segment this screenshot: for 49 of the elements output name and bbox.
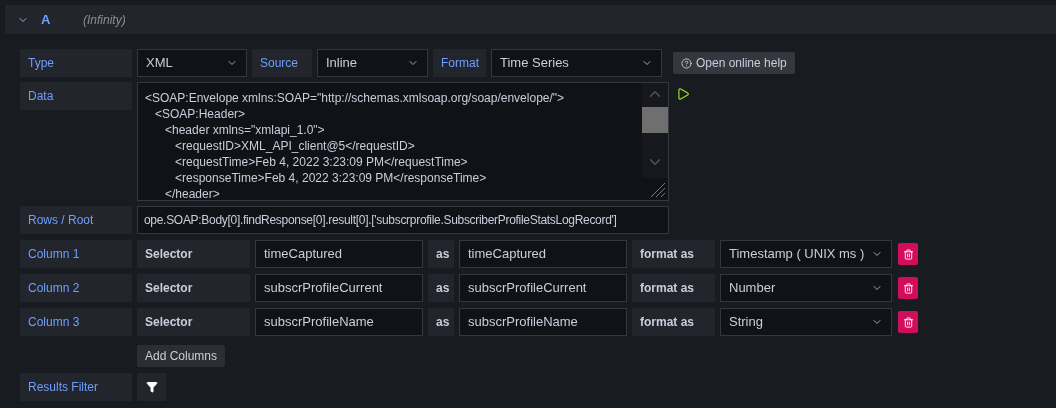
field-label: Column 2 bbox=[20, 274, 132, 302]
selector-label: Selector bbox=[137, 274, 250, 302]
text-field[interactable]: subscrProfileName bbox=[459, 308, 627, 336]
delete-button[interactable] bbox=[898, 277, 918, 299]
text-field[interactable]: timeCaptured bbox=[459, 240, 627, 268]
delete-button[interactable] bbox=[898, 243, 918, 265]
field-label: Column 1 bbox=[20, 240, 132, 268]
delete-button[interactable] bbox=[898, 311, 918, 333]
dropdown[interactable]: Timestamp ( UNIX ms ) bbox=[720, 240, 892, 268]
as-label: as bbox=[428, 274, 454, 302]
text-field[interactable]: subscrProfileCurrent bbox=[459, 274, 627, 302]
help-icon bbox=[681, 57, 692, 69]
field-label: Results Filter bbox=[20, 373, 132, 401]
dropdown[interactable]: Inline bbox=[317, 49, 428, 77]
format-label: format as bbox=[632, 274, 715, 302]
code-editor[interactable]: <SOAP:Envelope xmlns:SOAP="http://schemas.xmlsoap.org/soap/envelope/"> <SOAP:Header> <header xmlns="xmlapi_1.0"> <requestID>XML_API_client@5</requestID> <requestTime>Feb 4, 2022 3:23:09 PM</requestTime> <responseTime>Feb 4, 2022 3:23:09 PM</responseTime> </header> bbox=[137, 82, 669, 201]
format-label: format as bbox=[632, 240, 715, 268]
datasource-name: (Infinity) bbox=[83, 11, 126, 29]
scrollbar[interactable] bbox=[642, 83, 668, 178]
trash-icon bbox=[902, 316, 914, 328]
selector-label: Selector bbox=[137, 308, 250, 336]
help-button[interactable]: Open online help bbox=[673, 52, 795, 74]
text-field[interactable]: ope.SOAP:Body[0].findResponse[0].result[0].['subscrprofile.SubscriberProfileStatsLogRecord'] bbox=[137, 206, 669, 234]
field-label: Column 3 bbox=[20, 308, 132, 336]
field-label: Type bbox=[20, 49, 132, 77]
scroll-thumb[interactable] bbox=[642, 107, 668, 133]
format-label: format as bbox=[632, 308, 715, 336]
text-field[interactable]: subscrProfileName bbox=[255, 308, 423, 336]
text-field[interactable]: timeCaptured bbox=[255, 240, 423, 268]
trash-icon bbox=[902, 248, 914, 260]
field-label: Format bbox=[433, 49, 486, 77]
filter-icon bbox=[145, 381, 158, 393]
trash-icon bbox=[902, 282, 914, 294]
query-id: A bbox=[41, 10, 52, 29]
dropdown[interactable]: String bbox=[720, 308, 892, 336]
as-label: as bbox=[428, 240, 454, 268]
dropdown[interactable]: Time Series bbox=[491, 49, 662, 77]
field-label: Rows / Root bbox=[20, 206, 132, 234]
dropdown[interactable]: Number bbox=[720, 274, 892, 302]
selector-label: Selector bbox=[137, 240, 250, 268]
dropdown[interactable]: XML bbox=[137, 49, 247, 77]
text-field[interactable]: subscrProfileCurrent bbox=[255, 274, 423, 302]
field-label: Data bbox=[20, 82, 132, 110]
query-header[interactable]: A (Infinity) bbox=[5, 5, 1056, 34]
run-icon[interactable] bbox=[676, 87, 690, 101]
filter-button[interactable] bbox=[137, 373, 166, 401]
add-columns-button[interactable]: Add Columns bbox=[137, 345, 226, 367]
field-label: Source bbox=[252, 49, 312, 77]
as-label: as bbox=[428, 308, 454, 336]
